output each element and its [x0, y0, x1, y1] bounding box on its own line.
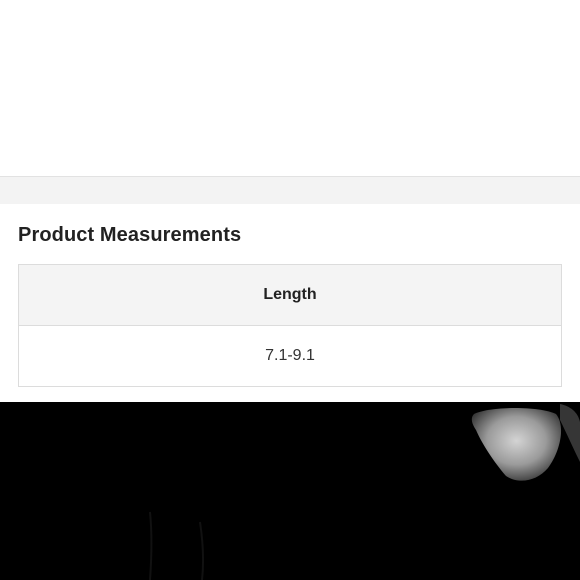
column-header-length: Length — [19, 265, 561, 326]
product-photo — [0, 402, 580, 580]
section-divider-strip — [0, 176, 580, 204]
product-photo-graphic — [149, 404, 580, 580]
page: Product Measurements Length 7.1-9.1 — [0, 0, 580, 580]
measurements-table: Length 7.1-9.1 — [18, 264, 562, 387]
length-value-cell: 7.1-9.1 — [19, 326, 561, 386]
section-title: Product Measurements — [18, 224, 242, 246]
measurements-panel: Product Measurements Length 7.1-9.1 — [0, 204, 580, 402]
top-blank-area — [0, 0, 580, 176]
